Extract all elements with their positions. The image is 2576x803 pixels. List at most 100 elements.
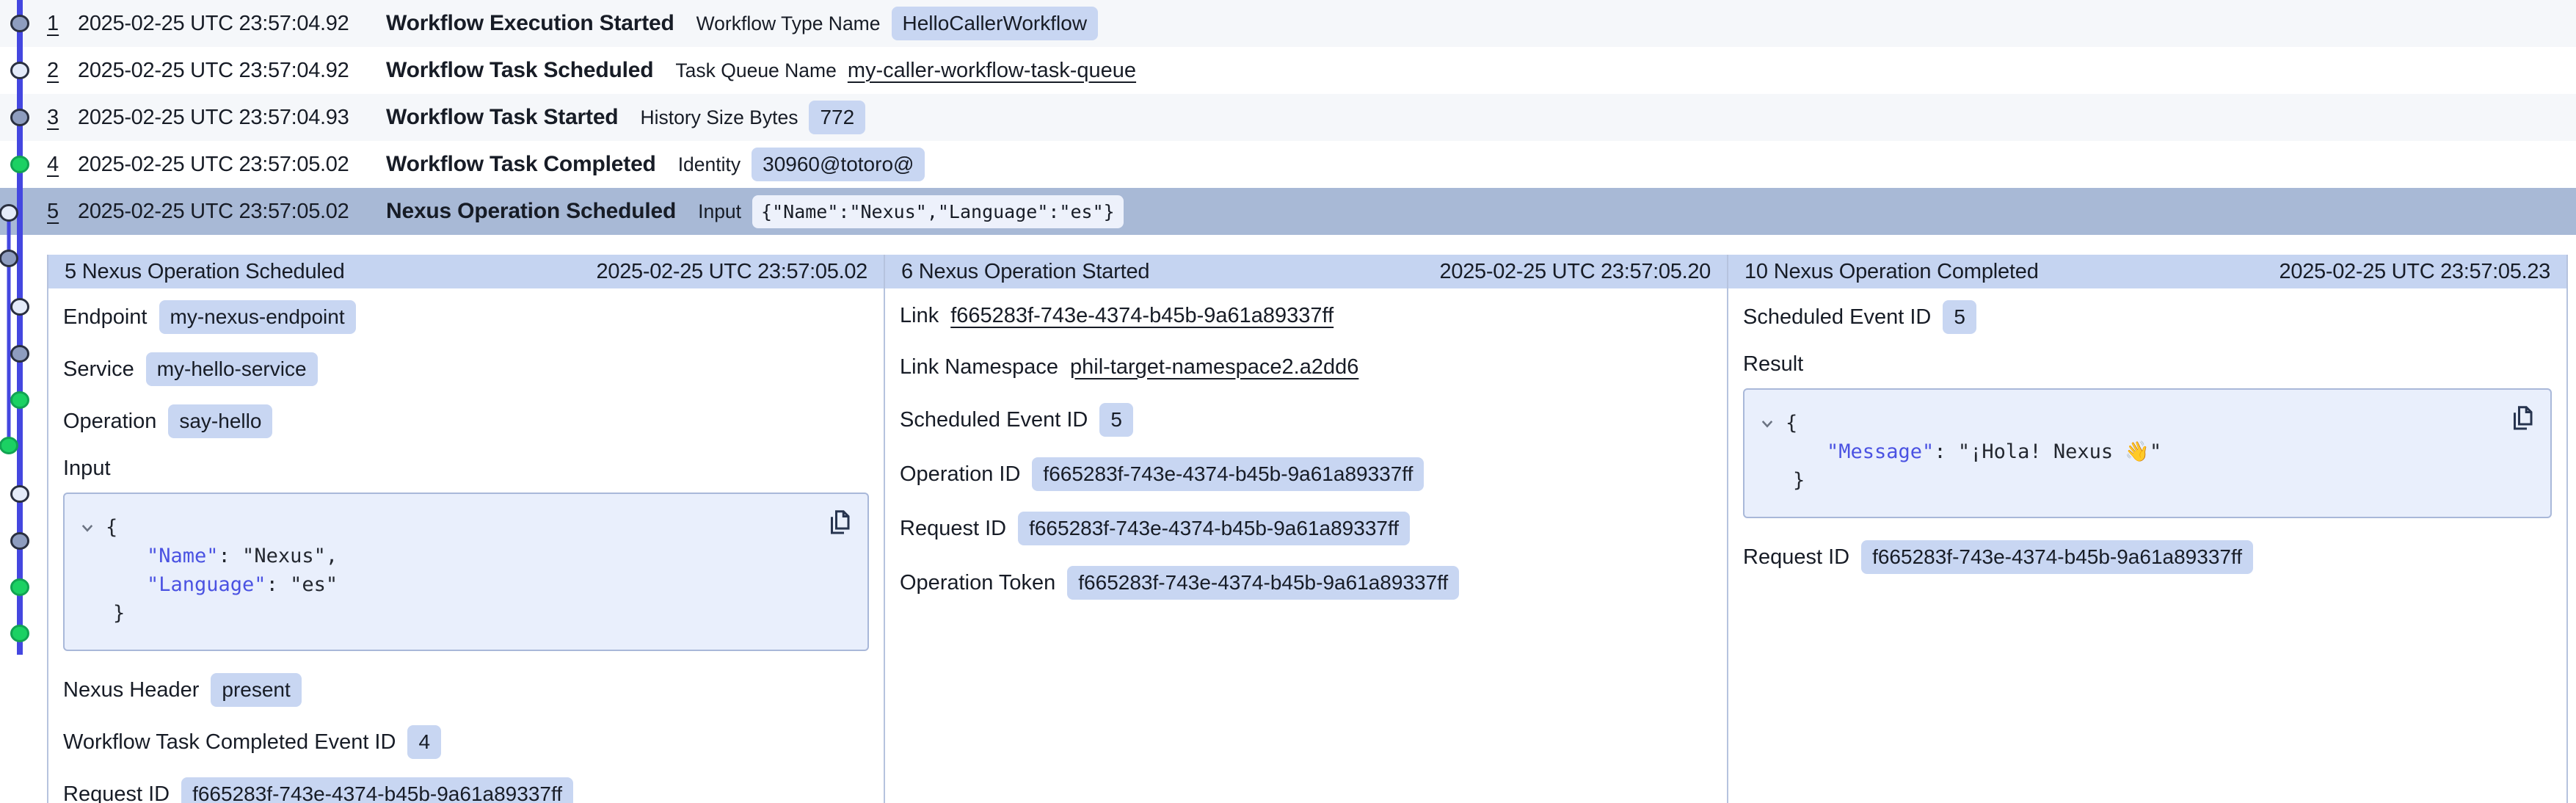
copy-icon[interactable] <box>826 507 853 537</box>
json-close-brace: } <box>1793 469 1805 492</box>
event-detail-badge: HelloCallerWorkflow <box>892 7 1099 40</box>
task-queue-link[interactable]: my-caller-workflow-task-queue <box>848 59 1136 83</box>
panel-timestamp: 2025-02-25 UTC 23:57:05.20 <box>1440 260 1711 284</box>
timeline-dot-green <box>12 157 29 172</box>
panel-timestamp: 2025-02-25 UTC 23:57:05.02 <box>597 260 867 284</box>
json-open-brace: { <box>106 513 117 542</box>
event-id-link[interactable]: 5 <box>47 200 78 224</box>
field-label-operation-token: Operation Token <box>900 571 1055 595</box>
event-detail-label: History Size Bytes <box>640 106 798 129</box>
panel-header: 6 Nexus Operation Started 2025-02-25 UTC… <box>885 255 1727 288</box>
event-name: Workflow Task Started <box>386 105 618 130</box>
endpoint-badge: my-nexus-endpoint <box>159 300 356 334</box>
json-key: "Name" <box>147 545 219 567</box>
event-row-1[interactable]: 1 2025-02-25 UTC 23:57:04.92 Workflow Ex… <box>0 0 2576 47</box>
event-detail-badge: 772 <box>809 101 865 134</box>
panel-timestamp: 2025-02-25 UTC 23:57:05.23 <box>2280 260 2550 284</box>
panel-header: 10 Nexus Operation Completed 2025-02-25 … <box>1728 255 2566 288</box>
timeline-dot-gray <box>12 346 29 362</box>
request-id-badge: f665283f-743e-4374-b45b-9a61a89337ff <box>1018 512 1410 545</box>
timeline-dot-light <box>1 206 18 221</box>
event-timestamp: 2025-02-25 UTC 23:57:04.92 <box>78 59 386 83</box>
event-row-4[interactable]: 4 2025-02-25 UTC 23:57:05.02 Workflow Ta… <box>0 141 2576 188</box>
event-name: Workflow Execution Started <box>386 11 674 36</box>
request-id-badge: f665283f-743e-4374-b45b-9a61a89337ff <box>1861 540 2253 574</box>
panel-nexus-operation-started: 6 Nexus Operation Started 2025-02-25 UTC… <box>885 255 1728 803</box>
timeline-dot-light <box>12 299 29 315</box>
field-label-result: Result <box>1743 352 2552 377</box>
event-group-details: 5 Nexus Operation Scheduled 2025-02-25 U… <box>47 255 2568 803</box>
json-close-brace: } <box>113 602 125 625</box>
field-label-request-id: Request ID <box>1743 545 1849 570</box>
event-timestamp: 2025-02-25 UTC 23:57:04.92 <box>78 12 386 36</box>
result-json-viewer: { "Message": "¡Hola! Nexus 👋" } <box>1743 388 2552 518</box>
json-open-brace: { <box>1786 409 1797 437</box>
json-value: : "¡Hola! Nexus 👋" <box>1934 440 2161 463</box>
panel-nexus-operation-scheduled: 5 Nexus Operation Scheduled 2025-02-25 U… <box>48 255 885 803</box>
nexus-header-badge: present <box>211 673 301 707</box>
timeline-dot-green <box>12 393 29 408</box>
timeline-dot-light <box>12 487 29 502</box>
field-label-nexus-header: Nexus Header <box>63 678 199 702</box>
link-namespace-link[interactable]: phil-target-namespace2.a2dd6 <box>1070 355 1358 379</box>
timeline-dot-gray <box>1 251 18 266</box>
event-id-link[interactable]: 2 <box>47 59 78 83</box>
request-id-badge: f665283f-743e-4374-b45b-9a61a89337ff <box>181 777 573 803</box>
event-detail-badge: 30960@totoro@ <box>752 148 925 181</box>
panel-nexus-operation-completed: 10 Nexus Operation Completed 2025-02-25 … <box>1728 255 2566 803</box>
event-row-2[interactable]: 2 2025-02-25 UTC 23:57:04.92 Workflow Ta… <box>0 47 2576 94</box>
event-detail-label: Identity <box>678 153 741 176</box>
timeline-dot-gray <box>12 534 29 549</box>
copy-icon[interactable] <box>2509 403 2536 432</box>
event-name: Workflow Task Completed <box>386 152 656 177</box>
json-value: : "Nexus", <box>219 545 338 567</box>
field-label-scheduled-event-id: Scheduled Event ID <box>1743 305 1931 330</box>
json-key: "Message" <box>1827 440 1934 463</box>
field-label-link-namespace: Link Namespace <box>900 355 1058 379</box>
event-name: Workflow Task Scheduled <box>386 58 653 83</box>
panel-title: 5 Nexus Operation Scheduled <box>65 260 345 284</box>
field-label-request-id: Request ID <box>63 782 170 803</box>
event-history-table: 1 2025-02-25 UTC 23:57:04.92 Workflow Ex… <box>0 0 2576 235</box>
event-input-badge: {"Name":"Nexus","Language":"es"} <box>752 195 1124 228</box>
field-label-input: Input <box>63 457 869 481</box>
event-id-link[interactable]: 4 <box>47 153 78 177</box>
field-label-service: Service <box>63 357 134 382</box>
json-key: "Language" <box>147 573 266 596</box>
event-row-3[interactable]: 3 2025-02-25 UTC 23:57:04.93 Workflow Ta… <box>0 94 2576 141</box>
field-label-request-id: Request ID <box>900 517 1006 541</box>
event-detail-label: Input <box>698 200 741 223</box>
field-label-endpoint: Endpoint <box>63 305 148 330</box>
field-label-operation: Operation <box>63 410 156 434</box>
timeline-dot-green <box>12 626 29 642</box>
panel-title: 10 Nexus Operation Completed <box>1744 260 2039 284</box>
timeline-dot-light <box>12 63 29 79</box>
timeline-svg <box>0 0 41 803</box>
field-label-operation-id: Operation ID <box>900 462 1020 487</box>
operation-token-badge: f665283f-743e-4374-b45b-9a61a89337ff <box>1067 566 1459 600</box>
timeline-dot-gray <box>12 16 29 32</box>
event-history-view: 1 2025-02-25 UTC 23:57:04.92 Workflow Ex… <box>0 0 2576 803</box>
event-id-link[interactable]: 3 <box>47 106 78 130</box>
field-label-scheduled-event-id: Scheduled Event ID <box>900 408 1088 432</box>
field-label-link: Link <box>900 304 939 328</box>
operation-id-badge: f665283f-743e-4374-b45b-9a61a89337ff <box>1032 457 1424 491</box>
collapse-chevron-icon[interactable] <box>1759 415 1775 432</box>
service-badge: my-hello-service <box>146 352 318 386</box>
panel-title: 6 Nexus Operation Started <box>901 260 1149 284</box>
link-value-link[interactable]: f665283f-743e-4374-b45b-9a61a89337ff <box>950 304 1334 328</box>
panel-header: 5 Nexus Operation Scheduled 2025-02-25 U… <box>48 255 884 288</box>
event-detail-label: Workflow Type Name <box>696 12 881 35</box>
timeline-dot-green <box>1 438 18 454</box>
scheduled-event-id-badge: 5 <box>1943 300 1976 334</box>
json-value: : "es" <box>266 573 338 596</box>
field-label-wtc-event-id: Workflow Task Completed Event ID <box>63 730 396 755</box>
scheduled-event-id-badge: 5 <box>1099 403 1133 437</box>
wtc-event-id-badge: 4 <box>407 725 441 759</box>
event-name: Nexus Operation Scheduled <box>386 199 676 224</box>
event-detail-label: Task Queue Name <box>675 59 836 82</box>
event-row-5-selected[interactable]: 5 2025-02-25 UTC 23:57:05.02 Nexus Opera… <box>0 188 2576 235</box>
event-id-link[interactable]: 1 <box>47 12 78 36</box>
collapse-chevron-icon[interactable] <box>79 520 95 536</box>
timeline-dot-gray <box>12 110 29 126</box>
